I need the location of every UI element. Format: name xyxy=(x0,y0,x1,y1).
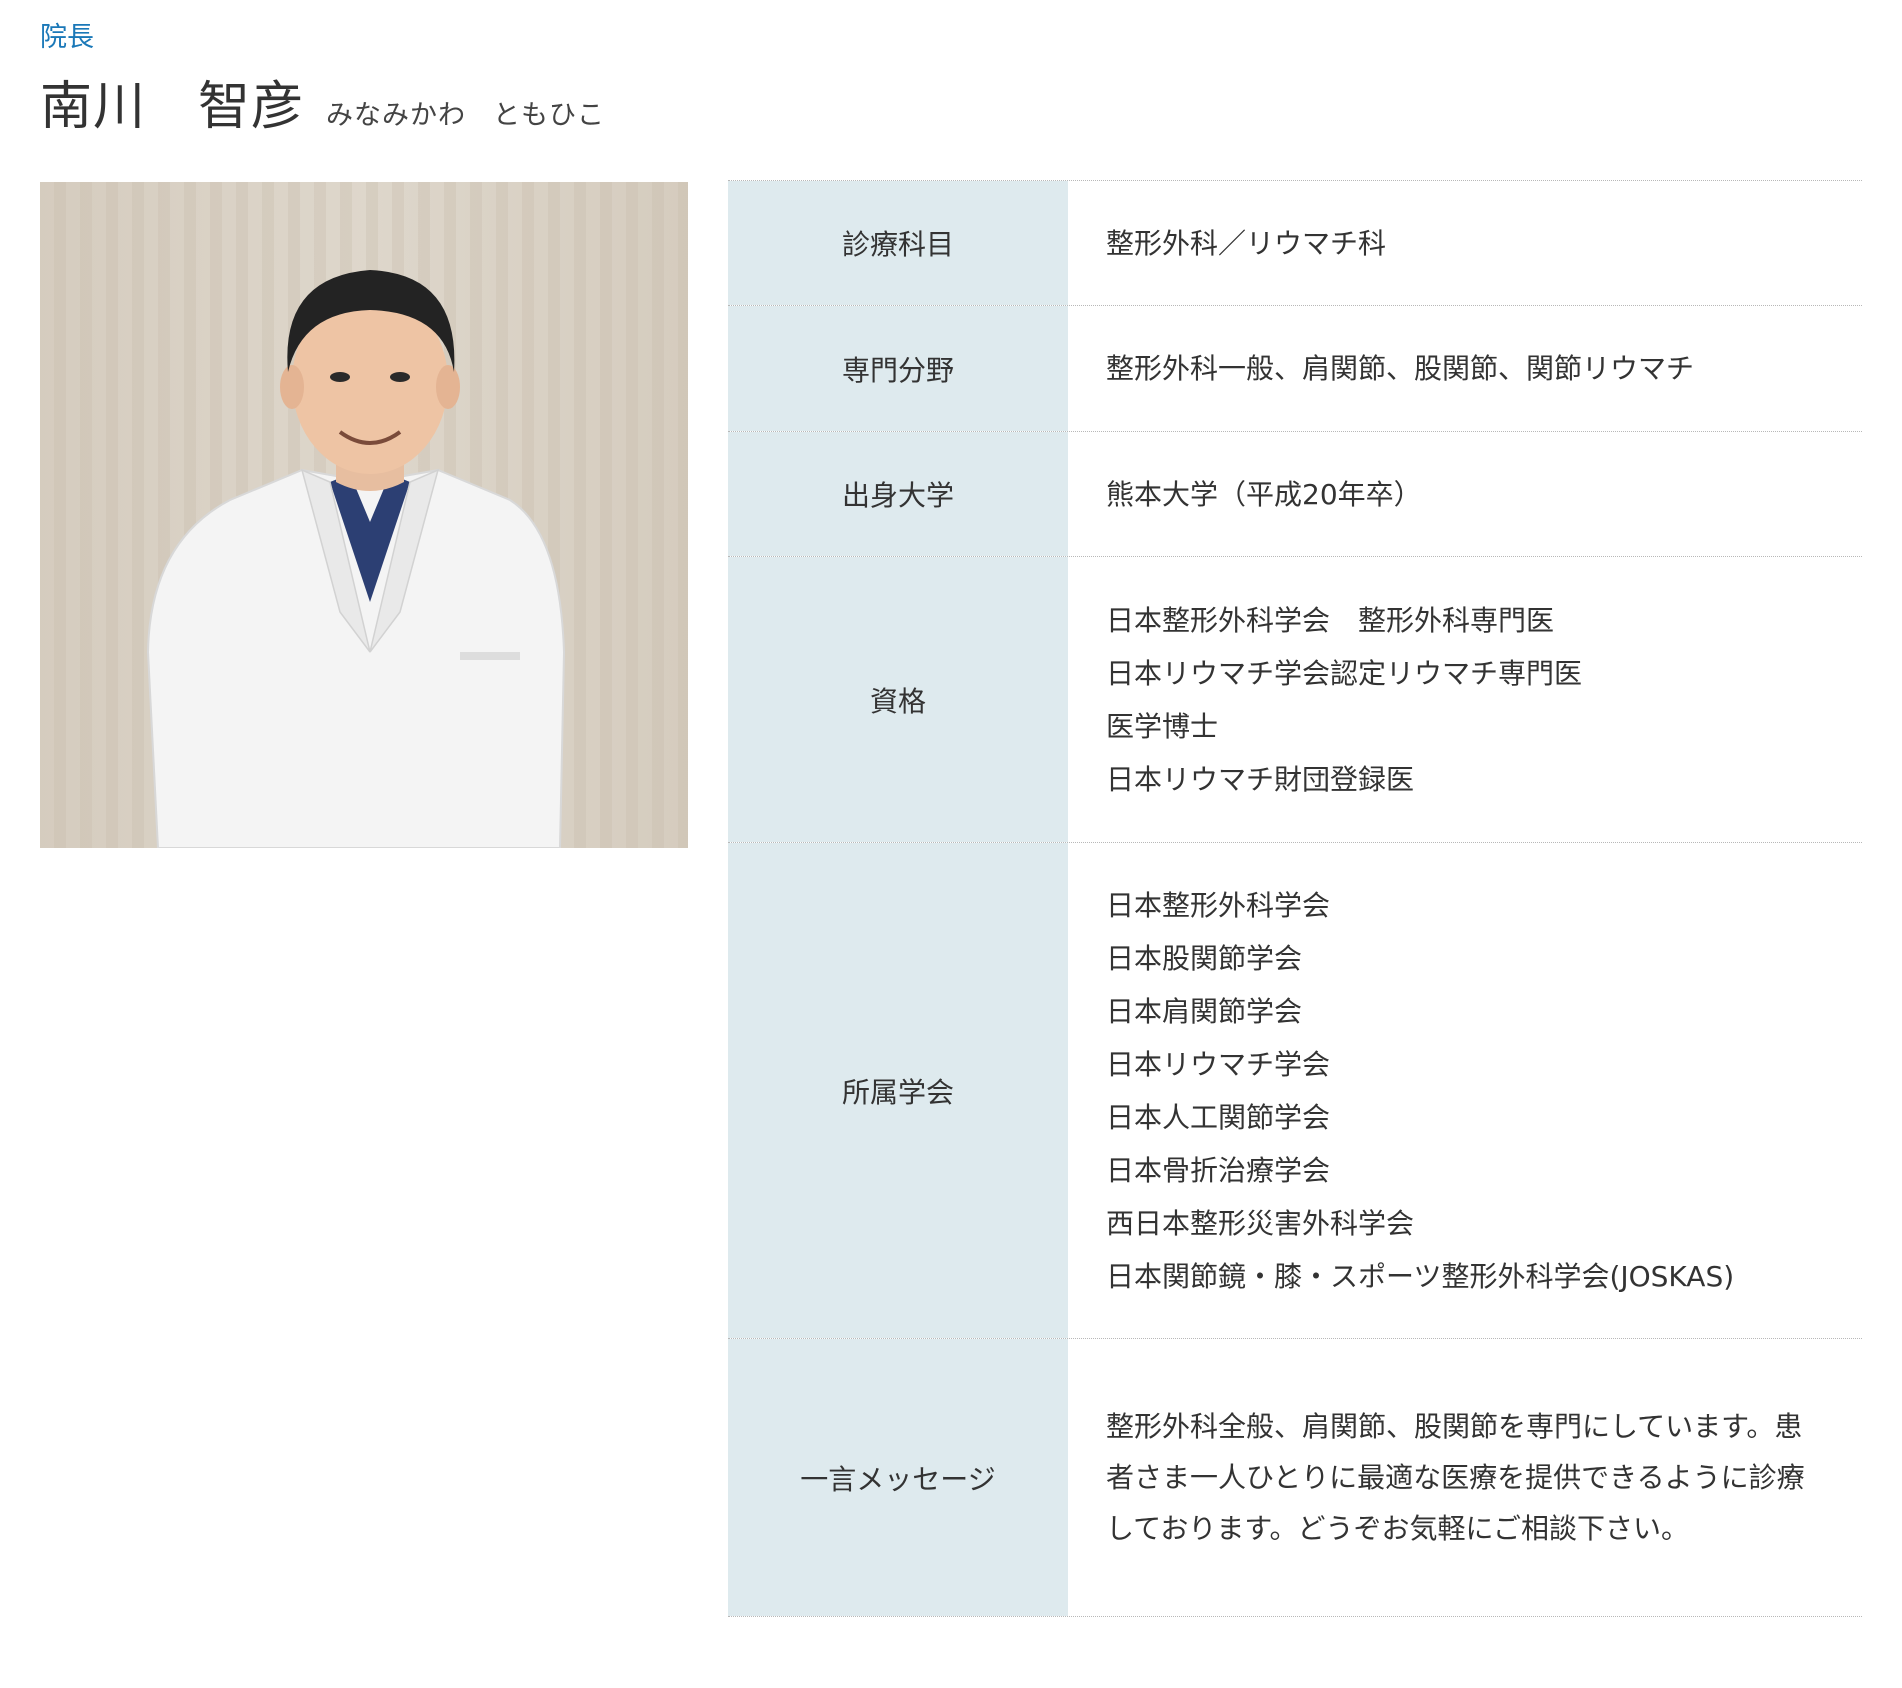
profile-row-university: 出身大学 熊本大学（平成20年卒） xyxy=(728,432,1862,557)
row-value: 整形外科全般、肩関節、股関節を専門にしています。患者さま一人ひとりに最適な医療を… xyxy=(1068,1339,1862,1616)
doctor-name-heading: 南川 智彦 みなみかわ ともひこ xyxy=(40,72,605,142)
name-given: 智彦 xyxy=(198,77,305,137)
specialty-value: 整形外科一般、肩関節、股関節、関節リウマチ xyxy=(1106,352,1695,385)
reading-given: ともひこ xyxy=(493,100,606,131)
list-item: 日本人工関節学会 xyxy=(1106,1100,1331,1134)
department-value: 整形外科／リウマチ科 xyxy=(1106,226,1387,260)
doctor-photo xyxy=(40,182,688,848)
list-item: 日本リウマチ財団登録医 xyxy=(1106,762,1415,796)
list-item: 日本リウマチ学会認定リウマチ専門医 xyxy=(1106,656,1583,690)
list-item: 日本骨折治療学会 xyxy=(1106,1153,1331,1187)
profile-row-specialty: 専門分野 整形外科一般、肩関節、股関節、関節リウマチ xyxy=(728,306,1862,432)
ear-right xyxy=(436,365,460,409)
row-label: 出身大学 xyxy=(728,432,1068,556)
coat-pocket xyxy=(460,652,520,660)
profile-row-department: 診療科目 整形外科／リウマチ科 xyxy=(728,181,1862,306)
doctor-portrait-illustration xyxy=(146,270,566,848)
doctor-profile-page: 院長 南川 智彦 みなみかわ ともひこ 診療科目 整形外科／リウマチ科 専門分野… xyxy=(0,0,1902,1688)
role-label: 院長 xyxy=(40,22,94,53)
list-item: 日本股関節学会 xyxy=(1106,941,1303,975)
list-item: 日本整形外科学会 xyxy=(1106,888,1331,922)
row-label: 診療科目 xyxy=(728,181,1068,305)
name-reading: みなみかわ ともひこ xyxy=(326,93,605,132)
list-item: 日本整形外科学会 整形外科専門医 xyxy=(1106,603,1555,637)
reading-family: みなみかわ xyxy=(326,100,467,131)
list-item: 日本関節鏡・膝・スポーツ整形外科学会(JOSKAS) xyxy=(1106,1259,1735,1293)
row-label: 所属学会 xyxy=(728,843,1068,1338)
societies-list: 日本整形外科学会 日本股関節学会 日本肩関節学会 日本リウマチ学会 日本人工関節… xyxy=(1068,843,1862,1338)
list-item: 医学博士 xyxy=(1106,709,1219,743)
university-value: 熊本大学（平成20年卒） xyxy=(1106,477,1422,511)
list-item: 日本リウマチ学会 xyxy=(1106,1047,1331,1081)
row-value: 整形外科／リウマチ科 xyxy=(1068,181,1862,305)
profile-row-qualifications: 資格 日本整形外科学会 整形外科専門医 日本リウマチ学会認定リウマチ専門医 医学… xyxy=(728,557,1862,843)
row-label: 一言メッセージ xyxy=(728,1339,1068,1616)
profile-row-societies: 所属学会 日本整形外科学会 日本股関節学会 日本肩関節学会 日本リウマチ学会 日… xyxy=(728,843,1862,1339)
message-text: 整形外科全般、肩関節、股関節を専門にしています。患者さま一人ひとりに最適な医療を… xyxy=(1106,1410,1805,1545)
eye-right xyxy=(390,372,410,382)
row-value: 整形外科一般、肩関節、股関節、関節リウマチ xyxy=(1068,306,1862,431)
qualifications-list: 日本整形外科学会 整形外科専門医 日本リウマチ学会認定リウマチ専門医 医学博士 … xyxy=(1068,557,1862,842)
row-value: 熊本大学（平成20年卒） xyxy=(1068,432,1862,556)
profile-table: 診療科目 整形外科／リウマチ科 専門分野 整形外科一般、肩関節、股関節、関節リウ… xyxy=(728,180,1862,1617)
ear-left xyxy=(280,365,304,409)
list-item: 西日本整形災害外科学会 xyxy=(1106,1206,1415,1240)
row-label: 専門分野 xyxy=(728,306,1068,431)
list-item: 日本肩関節学会 xyxy=(1106,994,1303,1028)
eye-left xyxy=(330,372,350,382)
profile-row-message: 一言メッセージ 整形外科全般、肩関節、股関節を専門にしています。患者さま一人ひと… xyxy=(728,1339,1862,1617)
row-label: 資格 xyxy=(728,557,1068,842)
name-family: 南川 xyxy=(40,77,147,137)
